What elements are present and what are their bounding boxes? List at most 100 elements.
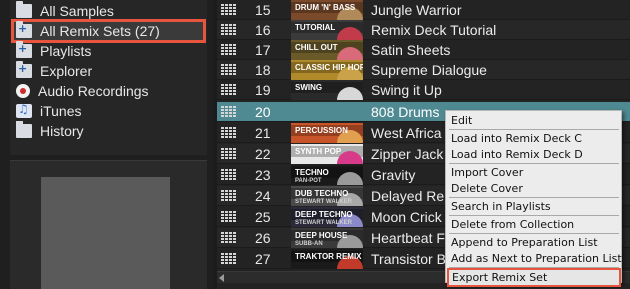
- menu-separator: [449, 233, 619, 234]
- scroll-left-arrow-icon[interactable]: [219, 274, 224, 282]
- tree-item-label: Explorer: [40, 63, 93, 79]
- track-cover-thumbnail: PERCUSSION: [291, 123, 363, 143]
- track-cover-thumbnail: CHILL OUT: [291, 40, 363, 60]
- menu-separator: [449, 129, 619, 130]
- tree-item-audio-recordings[interactable]: Audio Recordings: [16, 81, 149, 101]
- track-number: 24: [255, 188, 271, 204]
- track-cover-thumbnail: TRAKTOR REMIX SET: [291, 249, 363, 269]
- track-grid-icon[interactable]: [221, 127, 236, 138]
- track-grid-icon[interactable]: [221, 148, 236, 159]
- browser-tree: All Samples All Remix Sets (27) Playlist…: [10, 0, 207, 155]
- track-number: 19: [255, 82, 271, 98]
- tree-item-history[interactable]: History: [16, 121, 84, 141]
- track-number: 15: [255, 2, 271, 18]
- track-grid-icon[interactable]: [221, 4, 236, 15]
- track-number: 16: [255, 22, 271, 38]
- track-row[interactable]: 15 DRUM 'N' BASS Jungle Warrior: [217, 0, 630, 20]
- track-grid-icon[interactable]: [221, 232, 236, 243]
- cover-sublabel: SUBB-AN: [295, 241, 323, 247]
- track-grid-icon[interactable]: [221, 84, 236, 95]
- track-cover-thumbnail: TUTORIAL: [291, 20, 363, 40]
- track-grid-icon[interactable]: [221, 24, 236, 35]
- menu-separator: [449, 163, 619, 164]
- menu-item-import-cover[interactable]: Import Cover: [449, 165, 619, 180]
- track-cover-thumbnail: SWING: [291, 80, 363, 100]
- track-cover-thumbnail: DEEP HOUSE SUBB-AN: [291, 228, 363, 248]
- track-cover-thumbnail: TECHNO PAN-POT: [291, 165, 363, 185]
- menu-item-load-into-remix-deck-d[interactable]: Load into Remix Deck D: [449, 147, 619, 162]
- track-number: 26: [255, 230, 271, 246]
- cover-sublabel: STEWART WALKER: [295, 199, 352, 205]
- history-icon: [16, 121, 32, 138]
- track-cover-thumbnail: SYNTH POP: [291, 144, 363, 164]
- playlists-icon: [16, 41, 32, 58]
- track-number: 17: [255, 42, 271, 58]
- tree-item-label: History: [40, 123, 84, 139]
- tree-item-label: Audio Recordings: [38, 83, 149, 99]
- tree-item-all-remix-sets[interactable]: All Remix Sets (27): [16, 21, 160, 41]
- menu-item-load-into-remix-deck-c[interactable]: Load into Remix Deck C: [449, 131, 619, 146]
- cover-label: CLASSIC HIP HOP: [295, 63, 363, 72]
- tree-item-itunes[interactable]: iTunes: [16, 101, 82, 121]
- track-grid-icon[interactable]: [221, 190, 236, 201]
- cover-label: DUB TECHNO: [295, 189, 349, 198]
- menu-item-export-remix-set[interactable]: Export Remix Set: [447, 268, 621, 287]
- track-row[interactable]: 17 CHILL OUT Satin Sheets: [217, 40, 630, 60]
- track-number: 18: [255, 62, 271, 78]
- track-title: Jungle Warrior: [371, 2, 462, 18]
- tree-item-label: All Samples: [40, 3, 114, 19]
- track-number: 20: [255, 104, 271, 120]
- track-cover-thumbnail: DEEP TECHNO STEWART WALKER: [291, 207, 363, 227]
- track-cover-thumbnail: DUB TECHNO STEWART WALKER: [291, 186, 363, 206]
- cover-art-placeholder: [41, 177, 170, 289]
- record-icon: [16, 84, 30, 98]
- track-number: 22: [255, 146, 271, 162]
- track-title: Satin Sheets: [371, 42, 451, 58]
- cover-label: PERCUSSION: [295, 126, 348, 135]
- cover-label: SYNTH POP: [295, 147, 342, 156]
- track-title: Remix Deck Tutorial: [371, 22, 497, 38]
- menu-item-search-in-playlists[interactable]: Search in Playlists: [449, 199, 619, 214]
- cover-label: TECHNO: [295, 168, 329, 177]
- track-grid-icon[interactable]: [221, 169, 236, 180]
- menu-item-delete-from-collection[interactable]: Delete from Collection: [449, 217, 619, 232]
- context-menu: Edit Load into Remix Deck C Load into Remi…: [445, 110, 622, 287]
- track-grid-icon[interactable]: [221, 44, 236, 55]
- menu-separator: [449, 197, 619, 198]
- menu-item-add-as-next-to-preparation-list[interactable]: Add as Next to Preparation List: [449, 251, 622, 266]
- cover-label: DRUM 'N' BASS: [295, 3, 356, 12]
- track-row[interactable]: 16 TUTORIAL Remix Deck Tutorial: [217, 20, 630, 40]
- cover-label: TUTORIAL: [295, 23, 336, 32]
- menu-item-edit[interactable]: Edit: [449, 113, 619, 128]
- cover-label: CHILL OUT: [295, 43, 338, 52]
- explorer-icon: [16, 61, 32, 78]
- tree-item-label: iTunes: [40, 103, 82, 119]
- track-row[interactable]: 18 CLASSIC HIP HOP Supreme Dialogue: [217, 60, 630, 80]
- folder-plus-icon: [16, 21, 32, 38]
- track-cover-thumbnail: CLASSIC HIP HOP: [291, 60, 363, 80]
- track-grid-icon[interactable]: [221, 253, 236, 264]
- cover-label: DEEP HOUSE: [295, 231, 348, 240]
- track-number: 25: [255, 209, 271, 225]
- track-cover-thumbnail: [291, 102, 363, 122]
- track-grid-icon[interactable]: [221, 211, 236, 222]
- tree-item-all-samples[interactable]: All Samples: [16, 1, 114, 21]
- track-row[interactable]: 19 SWING Swing it Up: [217, 80, 630, 100]
- tree-item-label: Playlists: [40, 43, 92, 59]
- cover-sublabel: STEWART WALKER: [295, 220, 352, 226]
- tree-item-explorer[interactable]: Explorer: [16, 61, 92, 81]
- cover-label: TRAKTOR REMIX SET: [295, 252, 363, 261]
- track-grid-icon[interactable]: [221, 64, 236, 75]
- track-number: 27: [255, 251, 271, 267]
- track-cover-thumbnail: DRUM 'N' BASS: [291, 0, 363, 20]
- tree-item-playlists[interactable]: Playlists: [16, 41, 91, 61]
- cover-label: DEEP TECHNO: [295, 210, 353, 219]
- tree-item-label: All Remix Sets (27): [40, 23, 160, 39]
- menu-item-append-to-preparation-list[interactable]: Append to Preparation List: [449, 235, 619, 250]
- track-title: Supreme Dialogue: [371, 62, 487, 78]
- track-number: 23: [255, 167, 271, 183]
- track-grid-icon[interactable]: [221, 106, 236, 117]
- cover-sublabel: PAN-POT: [295, 178, 322, 184]
- menu-item-delete-cover[interactable]: Delete Cover: [449, 181, 619, 196]
- cover-preview-panel: [10, 160, 207, 289]
